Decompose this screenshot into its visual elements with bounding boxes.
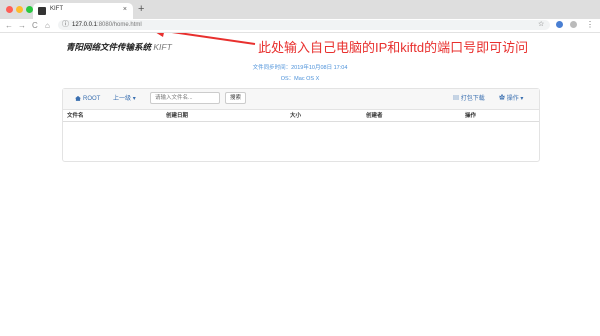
url-path: :8080/home.html xyxy=(97,22,142,28)
home-button[interactable]: ⌂ xyxy=(45,20,50,31)
forward-button[interactable]: → xyxy=(18,20,26,31)
browser-window: KIFT × + ← → C ⌂ ⓘ 127.0.0.1:8080/home.h… xyxy=(0,0,600,336)
kebab-menu-icon[interactable]: ⋮ xyxy=(586,19,594,30)
column-header-filename[interactable]: 文件名 xyxy=(67,111,84,119)
tab-kift[interactable]: KIFT × xyxy=(33,3,133,19)
root-label: ROOT xyxy=(83,96,101,102)
sync-time-text: 文件同步时间：2019年10月08日 17:04 xyxy=(252,65,348,71)
back-button[interactable]: ← xyxy=(5,20,13,31)
search-button[interactable]: 搜索 xyxy=(225,92,246,104)
pack-download-button[interactable]: ▤ 打包下载 xyxy=(453,95,485,103)
os-text: OS：Mac OS X xyxy=(280,76,320,82)
home-icon xyxy=(75,95,81,101)
pack-download-label: 打包下载 xyxy=(460,96,485,102)
url-text[interactable]: 127.0.0.1:8080/home.html xyxy=(72,21,142,29)
column-header-creator[interactable]: 创建者 xyxy=(366,111,383,119)
reload-button[interactable]: C xyxy=(32,20,38,31)
operations-menu-button[interactable]: ✿ 操作 ▾ xyxy=(499,95,523,103)
star-icon[interactable]: ☆ xyxy=(538,20,544,30)
browser-toolbar: ← → C ⌂ ⓘ 127.0.0.1:8080/home.html ☆ ⋮ xyxy=(0,19,600,33)
parent-folder-button[interactable]: 上一级 ▾ xyxy=(113,95,136,103)
chevron-down-icon: ▾ xyxy=(520,96,524,102)
address-bar[interactable]: ⓘ 127.0.0.1:8080/home.html xyxy=(58,20,550,30)
column-header-size[interactable]: 大小 xyxy=(290,111,301,119)
brand-title-text: 青阳网络文件传输系统 xyxy=(66,42,152,52)
gear-icon: ✿ xyxy=(499,96,506,102)
page-content: 青阳网络文件传输系统 KIFT 文件同步时间：2019年10月08日 17:04… xyxy=(0,33,600,336)
parent-folder-label: 上一级 xyxy=(113,96,132,102)
minimize-window-button[interactable] xyxy=(16,6,23,13)
table-divider xyxy=(63,121,539,122)
info-icon[interactable]: ⓘ xyxy=(62,20,69,30)
extension-icon[interactable] xyxy=(556,21,563,28)
url-host: 127.0.0.1 xyxy=(72,22,98,28)
close-window-button[interactable] xyxy=(6,6,13,13)
tab-title: KIFT xyxy=(50,6,63,12)
tab-bar: KIFT × + xyxy=(0,0,600,19)
file-panel: ROOT 上一级 ▾ 搜索 ▤ 打包下载 ✿ 操作 ▾ 文件名 创建日期 大小 … xyxy=(62,88,540,162)
chevron-down-icon: ▾ xyxy=(132,96,136,102)
tab-close-button[interactable]: × xyxy=(123,5,127,15)
table-header-row: 文件名 创建日期 大小 创建者 操作 xyxy=(63,111,539,121)
brand-subtitle: KIFT xyxy=(153,42,172,52)
column-header-actions: 操作 xyxy=(465,113,477,119)
file-toolbar: ROOT 上一级 ▾ 搜索 ▤ 打包下载 ✿ 操作 ▾ xyxy=(63,89,539,110)
favicon-icon xyxy=(38,7,46,15)
download-icon: ▤ xyxy=(453,96,460,102)
search-input[interactable] xyxy=(150,92,220,104)
new-tab-button[interactable]: + xyxy=(138,2,144,16)
column-header-created-date[interactable]: 创建日期 xyxy=(166,111,188,119)
brand-title[interactable]: 青阳网络文件传输系统 KIFT xyxy=(66,41,172,53)
root-button[interactable]: ROOT xyxy=(75,95,100,103)
maximize-window-button[interactable] xyxy=(26,6,33,13)
operations-label: 操作 xyxy=(506,96,519,102)
profile-avatar[interactable] xyxy=(570,21,577,28)
annotation-text: 此处输入自己电脑的IP和kiftd的端口号即可访问 xyxy=(258,40,529,55)
